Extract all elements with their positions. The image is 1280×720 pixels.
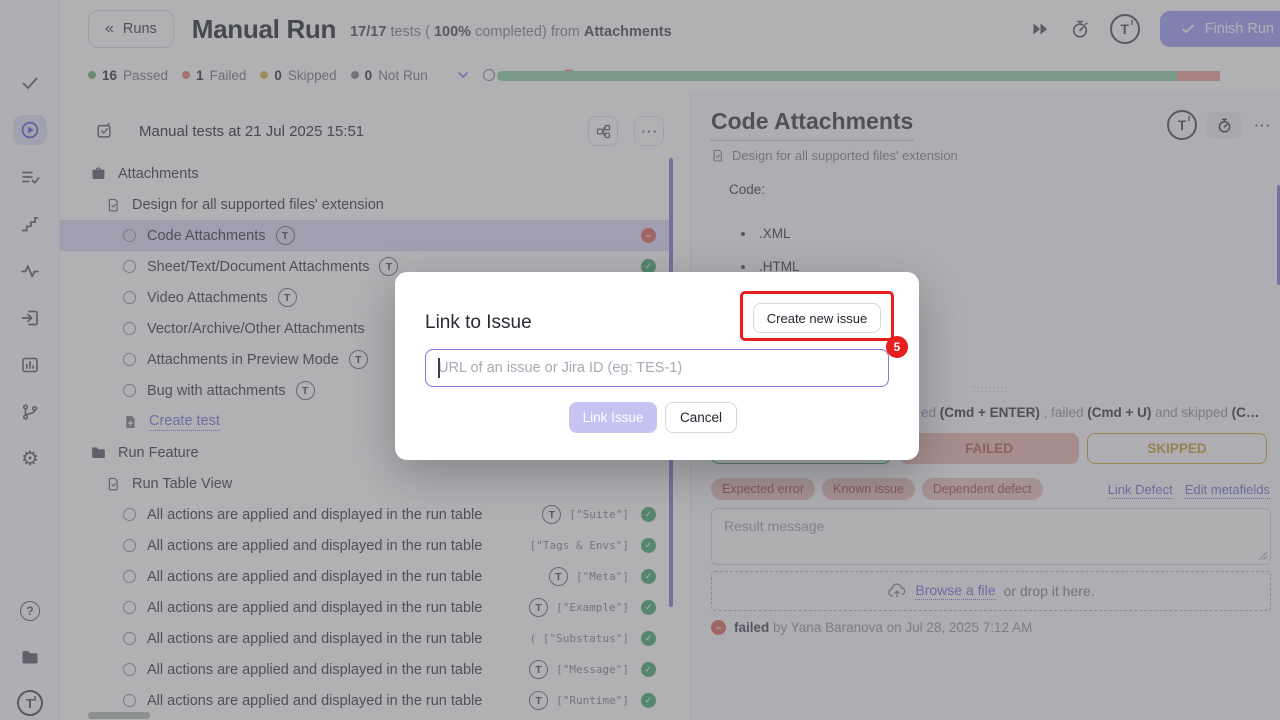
link-issue-button[interactable]: Link Issue (569, 402, 657, 433)
link-to-issue-modal: Link to Issue Create new issue Link Issu… (395, 272, 919, 460)
text-caret (438, 358, 440, 378)
annotation-step-badge: 5 (886, 336, 908, 358)
modal-title: Link to Issue (425, 312, 532, 334)
issue-url-input[interactable] (425, 349, 889, 387)
cancel-button[interactable]: Cancel (665, 402, 737, 433)
app-window: Runs Manual Run 17/17 tests ( 100% compl… (0, 0, 1280, 720)
create-new-issue-button[interactable]: Create new issue (753, 303, 881, 333)
